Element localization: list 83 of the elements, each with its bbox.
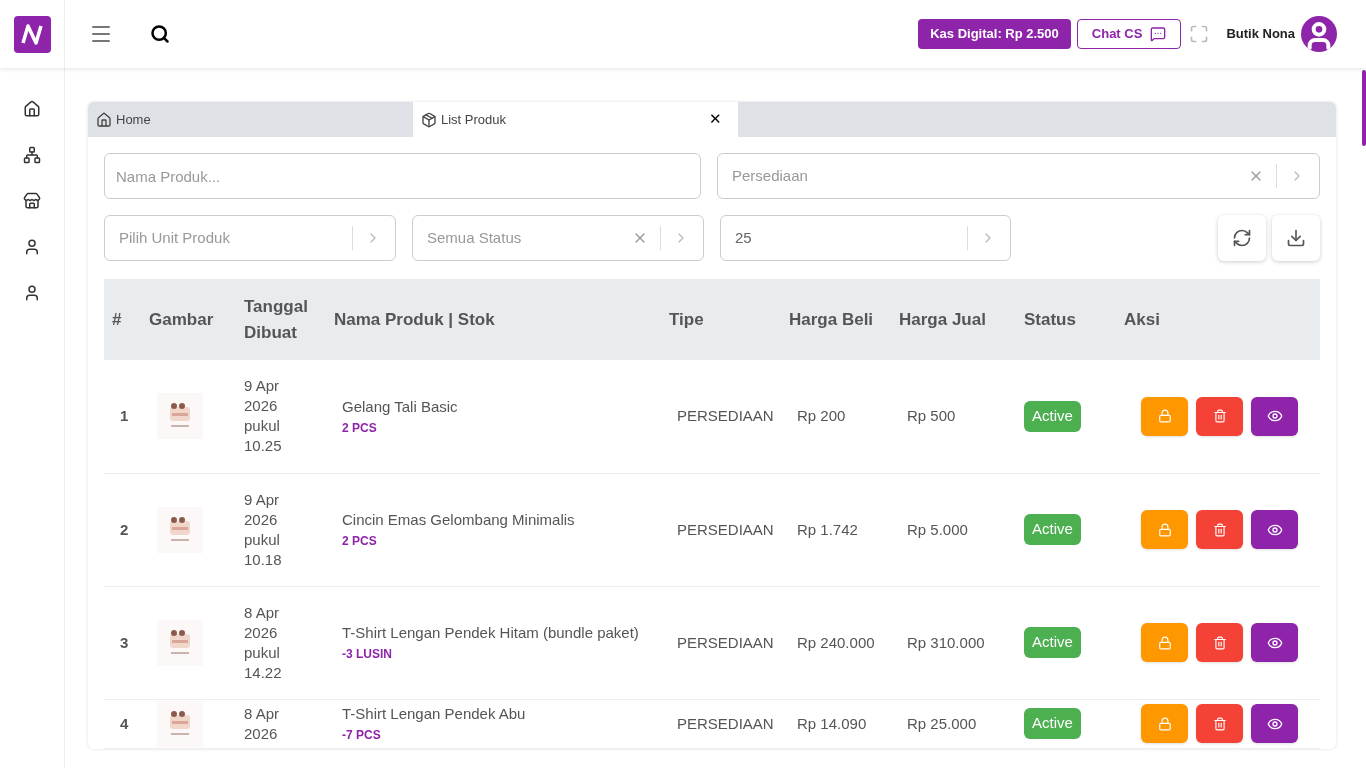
- stock-count: -3 LUSIN: [342, 645, 392, 663]
- stock-count: -7 PCS: [342, 726, 381, 744]
- view-button[interactable]: [1251, 704, 1298, 743]
- lock-icon: [1157, 522, 1172, 537]
- lock-button[interactable]: [1141, 510, 1188, 549]
- chat-icon: [1150, 26, 1167, 42]
- logo-icon[interactable]: [13, 15, 51, 53]
- row-number: 1: [120, 407, 129, 425]
- product-type: PERSEDIAAN: [677, 633, 774, 651]
- refresh-icon: [1232, 228, 1252, 248]
- chat-button[interactable]: Chat CS: [1076, 19, 1182, 49]
- product-name: Cincin Emas Gelombang Minimalis: [342, 510, 575, 531]
- store-icon[interactable]: [23, 192, 41, 210]
- product-name: T-Shirt Lengan Pendek Hitam (bundle paket): [342, 623, 639, 644]
- view-button[interactable]: [1251, 396, 1298, 436]
- user-icon[interactable]: [23, 238, 41, 256]
- user-name: Butik Nona: [1226, 25, 1295, 44]
- lock-icon: [1157, 635, 1172, 650]
- column-header: #: [112, 308, 122, 331]
- column-header: Tanggal Dibuat: [244, 296, 309, 344]
- home-icon[interactable]: [23, 100, 41, 118]
- view-button[interactable]: [1251, 510, 1298, 549]
- trash-icon: [1212, 635, 1227, 650]
- lock-button[interactable]: [1141, 396, 1188, 436]
- column-header: Gambar: [149, 308, 214, 331]
- column-header: Nama Produk | Stok: [334, 308, 495, 331]
- search-icon[interactable]: [150, 24, 170, 44]
- trash-icon: [1212, 409, 1227, 424]
- product-type: PERSEDIAAN: [677, 520, 774, 538]
- network-icon[interactable]: [23, 146, 41, 164]
- product-type: PERSEDIAAN: [677, 714, 774, 732]
- sell-price: Rp 5.000: [907, 520, 968, 538]
- sell-price: Rp 25.000: [907, 714, 977, 732]
- scrollbar[interactable]: [1362, 70, 1366, 146]
- buy-price: Rp 1.742: [797, 520, 858, 538]
- wallet-button[interactable]: Kas Digital: Rp 2.500: [918, 19, 1071, 49]
- product-type: PERSEDIAAN: [677, 407, 774, 425]
- stock-count: 2 PCS: [342, 419, 377, 437]
- tab[interactable]: Home: [88, 102, 413, 137]
- trash-icon: [1212, 522, 1227, 537]
- delete-button[interactable]: [1196, 396, 1243, 436]
- lock-icon: [1157, 409, 1172, 424]
- lock-icon: [1157, 716, 1172, 731]
- buy-price: Rp 200: [797, 407, 846, 425]
- status-badge: Active: [1024, 627, 1081, 658]
- home-icon: [96, 111, 112, 128]
- created-date: 9 Apr 2026 pukul 10.25: [244, 376, 283, 457]
- status-badge: Active: [1024, 708, 1081, 739]
- created-date: 8 Apr 2026 pukul 14.22: [244, 602, 283, 683]
- download-icon: [1286, 228, 1306, 248]
- status-badge: Active: [1024, 401, 1081, 432]
- delete-button[interactable]: [1196, 510, 1243, 549]
- buy-price: Rp 14.090: [797, 714, 867, 732]
- sell-price: Rp 310.000: [907, 633, 985, 651]
- column-header: Harga Beli: [789, 308, 874, 331]
- user-icon[interactable]: [23, 284, 41, 302]
- column-header: Tipe: [669, 308, 704, 331]
- product-name-field[interactable]: Nama Produk...: [104, 153, 701, 199]
- product-name: T-Shirt Lengan Pendek Abu: [342, 704, 526, 725]
- column-header: Harga Jual: [899, 308, 986, 331]
- column-header: Status: [1024, 308, 1076, 331]
- fullscreen-icon[interactable]: [1189, 24, 1210, 44]
- product-name: Gelang Tali Basic: [342, 397, 458, 417]
- tab[interactable]: List Produk ✕: [413, 102, 738, 137]
- stock-count: 2 PCS: [342, 532, 377, 550]
- close-tab-button[interactable]: ✕: [709, 108, 722, 131]
- row-number: 3: [120, 633, 129, 651]
- created-date: 8 Apr 2026: [244, 703, 281, 744]
- box-icon: [421, 111, 437, 128]
- delete-button[interactable]: [1196, 623, 1243, 662]
- lock-button[interactable]: [1141, 623, 1188, 662]
- sell-price: Rp 500: [907, 407, 956, 425]
- avatar[interactable]: [1301, 16, 1337, 52]
- status-badge: Active: [1024, 514, 1081, 545]
- delete-button[interactable]: [1196, 704, 1243, 743]
- created-date: 9 Apr 2026 pukul 10.18: [244, 489, 283, 570]
- column-header: Aksi: [1124, 308, 1160, 331]
- lock-button[interactable]: [1141, 704, 1188, 743]
- trash-icon: [1212, 716, 1227, 731]
- row-number: 2: [120, 520, 129, 538]
- view-button[interactable]: [1251, 623, 1298, 662]
- row-number: 4: [120, 714, 129, 732]
- buy-price: Rp 240.000: [797, 633, 875, 651]
